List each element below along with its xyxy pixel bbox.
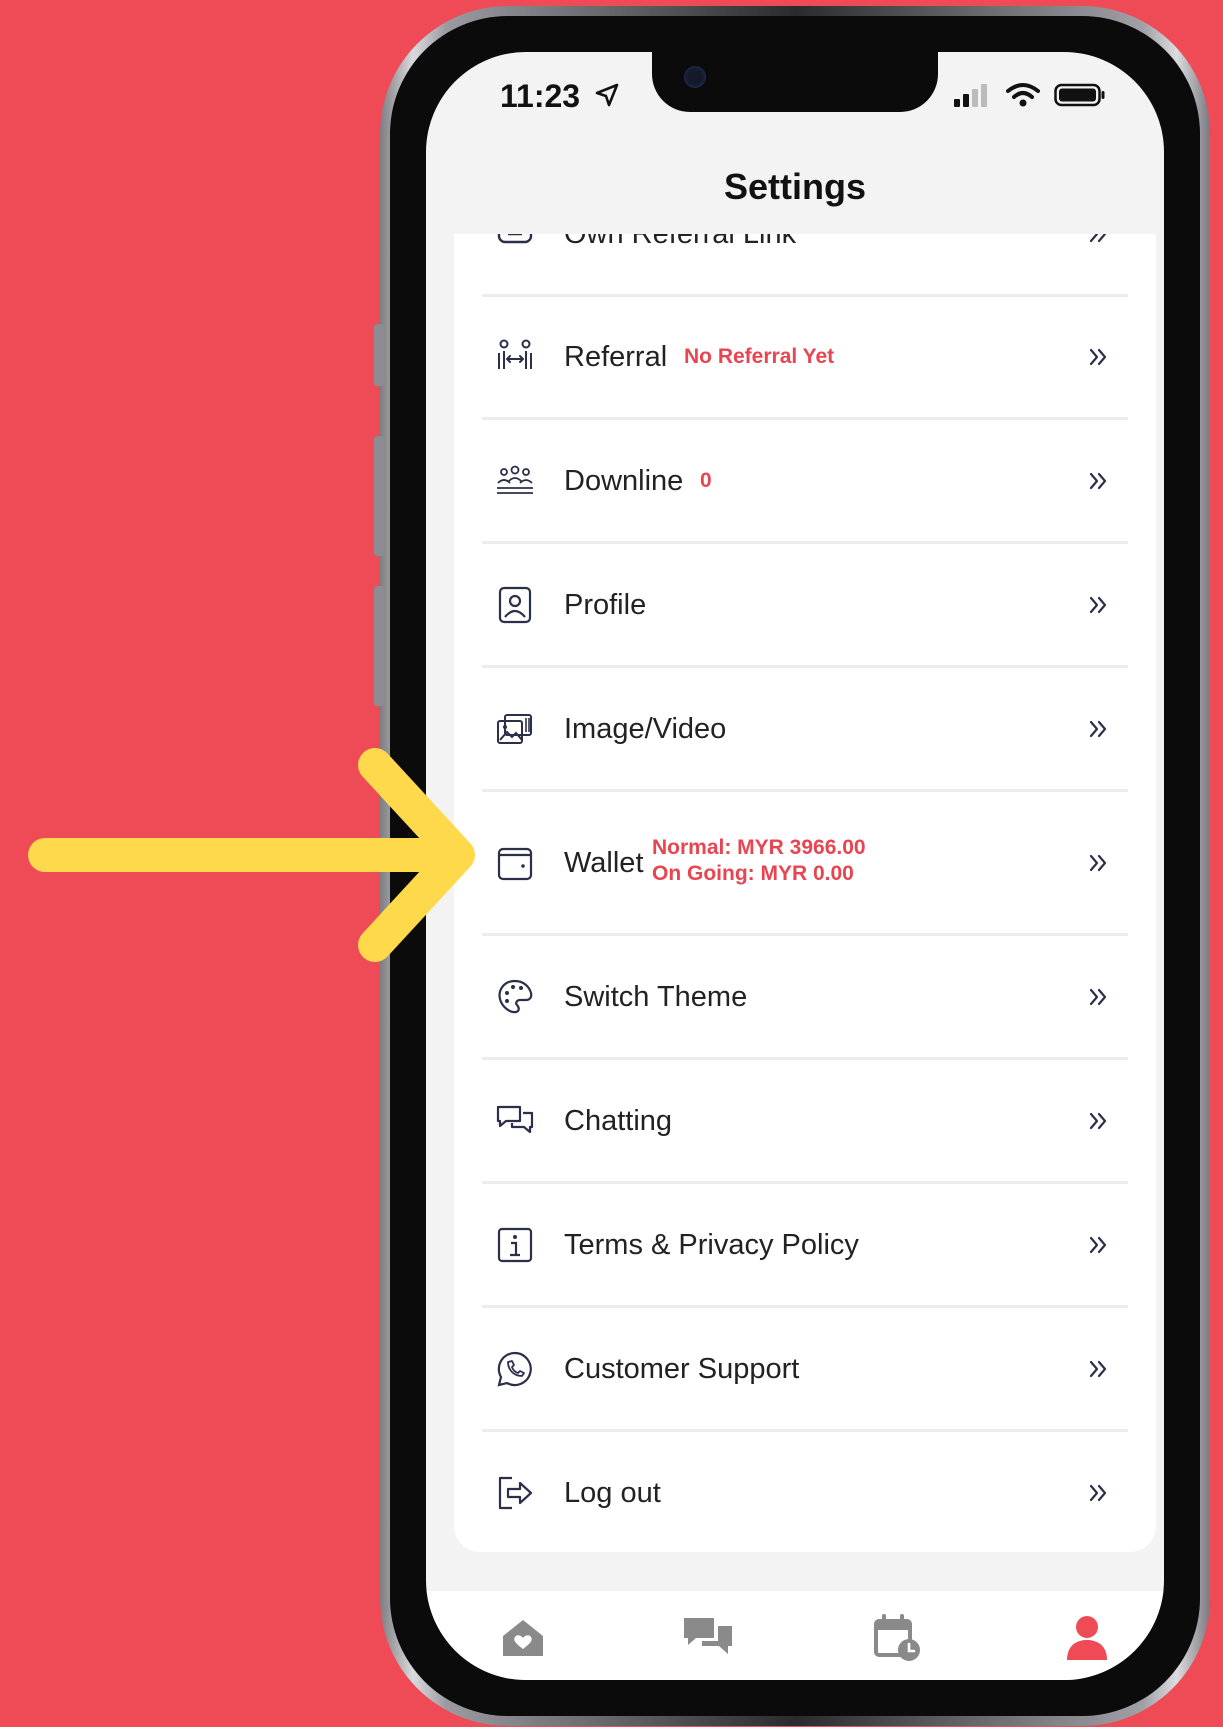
phone-frame: 11:23 Settings Referral No Referral Yet …	[374, 6, 1210, 1726]
settings-item-wallet[interactable]: Wallet Normal: MYR 3966.00 On Going: MYR…	[482, 793, 1128, 936]
tab-bar	[426, 1591, 1164, 1680]
chat-icon	[494, 1100, 536, 1142]
referral-icon	[494, 336, 536, 378]
signal-icon	[954, 84, 987, 107]
front-camera	[684, 66, 706, 88]
gallery-icon	[494, 708, 536, 750]
chevron-double-right-icon	[1089, 596, 1107, 614]
referral-status-badge: No Referral Yet	[684, 345, 835, 368]
wifi-icon	[1006, 83, 1040, 107]
battery-icon	[1054, 83, 1105, 107]
settings-item-downline[interactable]: Downline 0	[482, 421, 1128, 544]
settings-item-label: Profile	[564, 588, 647, 621]
chevron-double-right-icon	[1089, 1360, 1107, 1378]
wallet-normal-balance: Normal: MYR 3966.00	[652, 836, 866, 859]
wallet-ongoing-balance: On Going: MYR 0.00	[652, 862, 854, 885]
chevron-double-right-icon	[1089, 348, 1107, 366]
chevron-double-right-icon	[1089, 988, 1107, 1006]
pointer-arrow-icon	[28, 748, 475, 962]
chat-bubbles-icon	[684, 1618, 732, 1654]
status-time: 11:23	[500, 78, 581, 114]
settings-item-label: Chatting	[564, 1104, 673, 1137]
calendar-clock-icon	[874, 1614, 920, 1661]
settings-item-label: Terms & Privacy Policy	[564, 1228, 859, 1261]
volume-down-button	[374, 586, 384, 706]
tab-account[interactable]	[1060, 1611, 1114, 1665]
chevron-double-right-icon	[1089, 720, 1107, 738]
tab-schedule[interactable]	[871, 1611, 925, 1665]
logout-icon	[494, 1472, 536, 1514]
tab-home[interactable]	[496, 1611, 550, 1665]
info-icon	[494, 1224, 536, 1266]
settings-item-label: Referral	[564, 340, 668, 373]
user-icon	[1067, 1616, 1107, 1660]
volume-up-button	[374, 436, 384, 556]
whatsapp-icon	[494, 1348, 536, 1390]
screen: 11:23 Settings Referral No Referral Yet …	[426, 52, 1164, 1680]
chevron-double-right-icon	[1089, 472, 1107, 490]
settings-item-label: Image/Video	[564, 712, 727, 745]
settings-item-log-out[interactable]: Log out	[482, 1433, 1128, 1552]
phone-bezel: 11:23 Settings Referral No Referral Yet …	[390, 16, 1200, 1716]
chevron-double-right-icon	[1089, 1484, 1107, 1502]
chevron-double-right-icon	[1089, 1112, 1107, 1130]
settings-list: Own Referral Link Referral No Referral Y…	[454, 234, 1156, 1552]
settings-item-referral[interactable]: Referral No Referral Yet	[482, 297, 1128, 420]
tab-messages[interactable]	[681, 1611, 735, 1665]
downline-count-badge: 0	[700, 469, 712, 492]
settings-item-profile[interactable]: Profile	[482, 545, 1128, 668]
settings-item-label: Customer Support	[564, 1352, 800, 1385]
mute-switch	[374, 324, 384, 386]
settings-item-own-referral-link[interactable]: Own Referral Link	[482, 234, 1128, 297]
group-icon	[494, 460, 536, 502]
chevron-double-right-icon	[1089, 234, 1107, 243]
chevron-double-right-icon	[1089, 854, 1107, 872]
settings-item-label: Wallet	[564, 846, 644, 879]
status-icons	[952, 82, 1106, 108]
location-arrow-icon	[595, 83, 619, 107]
settings-item-image-video[interactable]: Image/Video	[482, 669, 1128, 792]
settings-item-label: Own Referral Link	[564, 234, 796, 251]
wallet-icon	[494, 842, 536, 884]
settings-item-terms-privacy[interactable]: Terms & Privacy Policy	[482, 1185, 1128, 1308]
chevron-double-right-icon	[1089, 1236, 1107, 1254]
settings-item-switch-theme[interactable]: Switch Theme	[482, 937, 1128, 1060]
settings-item-customer-support[interactable]: Customer Support	[482, 1309, 1128, 1432]
page-title: Settings	[723, 166, 866, 207]
settings-item-label: Downline	[564, 464, 684, 497]
link-icon	[494, 234, 536, 255]
settings-item-label: Switch Theme	[564, 980, 748, 1013]
home-heart-icon	[503, 1620, 543, 1656]
settings-item-label: Log out	[564, 1476, 661, 1509]
wallet-balance-badge: Normal: MYR 3966.00 On Going: MYR 0.00	[652, 835, 866, 887]
palette-icon	[494, 976, 536, 1018]
profile-icon	[494, 584, 536, 626]
settings-item-chatting[interactable]: Chatting	[482, 1061, 1128, 1184]
